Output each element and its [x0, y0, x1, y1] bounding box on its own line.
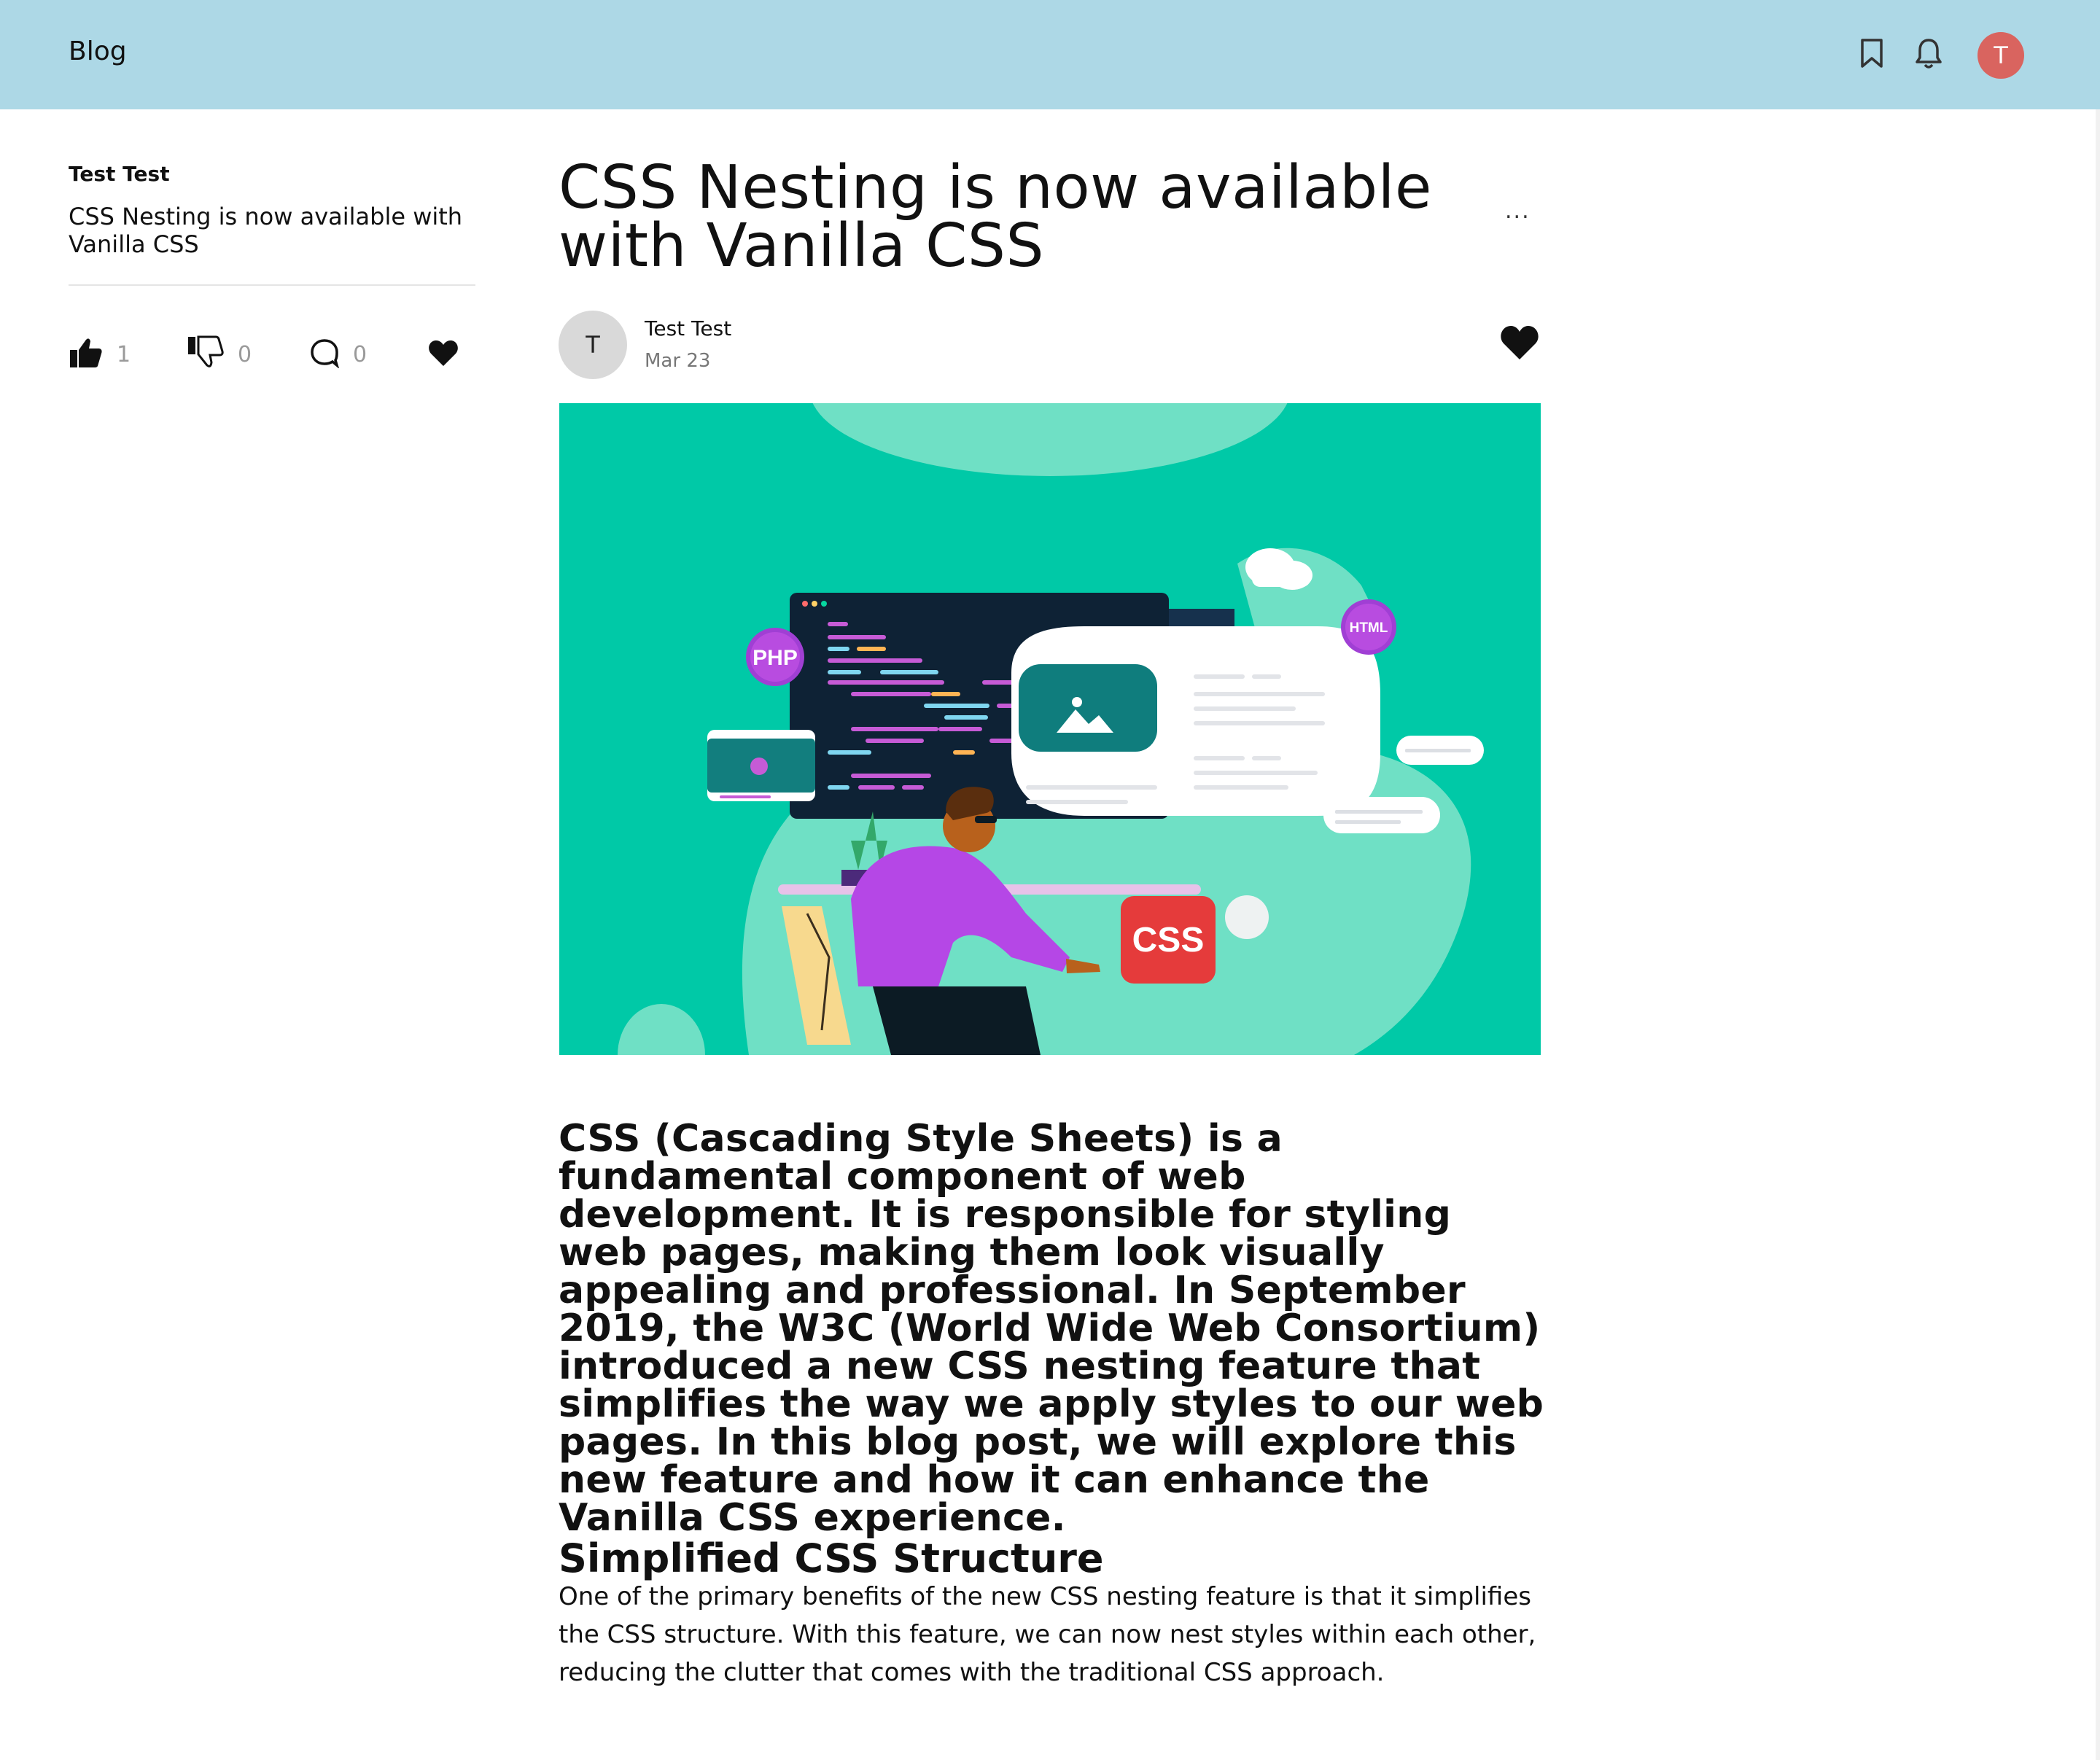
- bell-icon[interactable]: [1909, 34, 1948, 73]
- heart-icon: [427, 338, 459, 370]
- section-heading: Simplified CSS Structure: [559, 1535, 1104, 1581]
- dislike-button[interactable]: 0: [187, 335, 252, 373]
- user-avatar[interactable]: T: [1978, 32, 2024, 79]
- author-name[interactable]: Test Test: [645, 316, 731, 340]
- author-avatar[interactable]: T: [559, 311, 627, 379]
- comment-count: 0: [353, 341, 368, 367]
- hero-image: PHP HTML CSS: [559, 403, 1541, 1055]
- favorite-button-sidebar[interactable]: [427, 337, 459, 372]
- html-badge: HTML: [1350, 620, 1388, 636]
- php-badge: PHP: [752, 646, 798, 670]
- bookmark-icon[interactable]: [1852, 34, 1891, 73]
- dislike-count: 0: [238, 341, 252, 367]
- favorite-button[interactable]: [1499, 324, 1540, 362]
- more-options-button[interactable]: ...: [1505, 198, 1531, 224]
- sidebar-author[interactable]: Test Test: [69, 162, 170, 186]
- brand-title[interactable]: Blog: [69, 36, 127, 66]
- thumbs-up-icon: [69, 337, 104, 372]
- like-count: 1: [117, 341, 131, 367]
- heart-icon: [1501, 326, 1539, 359]
- sidebar-post-title[interactable]: CSS Nesting is now available with Vanill…: [69, 203, 477, 258]
- article-title: CSS Nesting is now available with Vanill…: [559, 153, 1432, 281]
- scrollbar[interactable]: [2096, 109, 2100, 1760]
- top-header: Blog T: [0, 0, 2100, 109]
- comment-button[interactable]: 0: [309, 337, 367, 372]
- thumbs-down-icon: [187, 335, 225, 373]
- comment-icon: [309, 338, 340, 371]
- section-paragraph: One of the primary benefits of the new C…: [559, 1582, 1536, 1687]
- css-badge: CSS: [1132, 921, 1205, 959]
- sidebar-divider: [69, 284, 475, 286]
- post-date: Mar 23: [645, 350, 711, 372]
- article-lead: CSS (Cascading Style Sheets) is a fundam…: [559, 1117, 1544, 1540]
- like-button[interactable]: 1: [69, 337, 131, 372]
